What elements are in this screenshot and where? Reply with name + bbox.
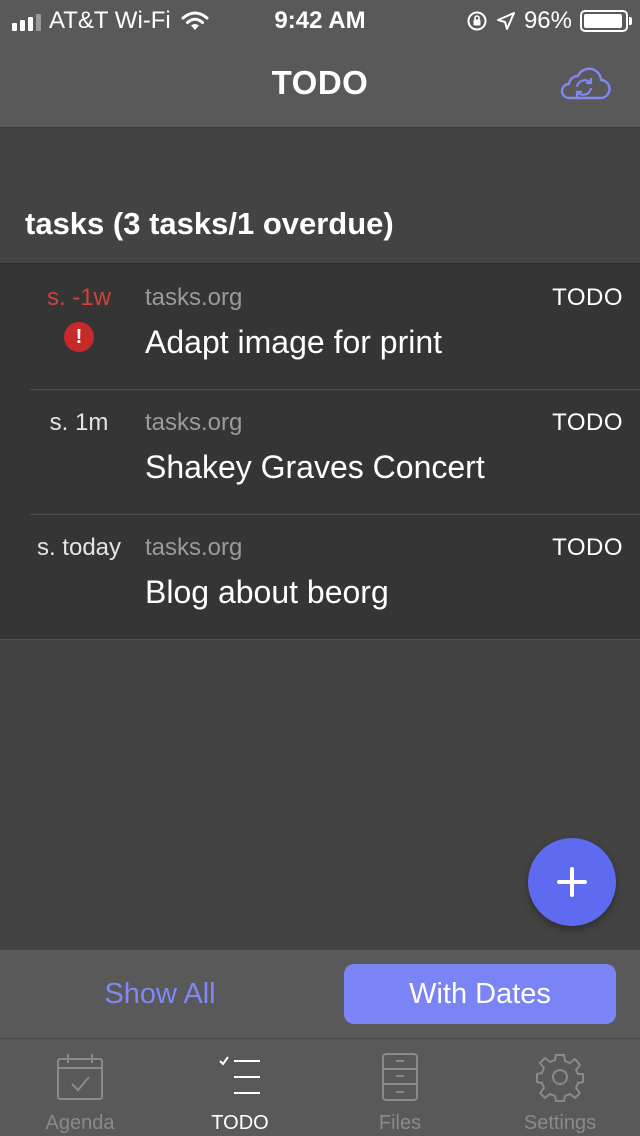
task-title: Blog about beorg: [145, 574, 389, 610]
battery-percent: 96%: [523, 7, 572, 34]
location-icon: [496, 12, 515, 30]
task-list: s. -1w ! tasks.org TODO Adapt image for …: [0, 263, 640, 640]
battery-icon: [580, 10, 632, 32]
task-file: tasks.org: [145, 534, 243, 561]
task-keyword: TODO: [552, 284, 623, 311]
checklist-icon: [219, 1056, 260, 1094]
add-task-button[interactable]: [528, 838, 616, 926]
calendar-icon: [57, 1054, 103, 1100]
status-bar: AT&T Wi-Fi 9:42 AM 96%: [0, 0, 640, 40]
with-dates-button[interactable]: With Dates: [344, 964, 616, 1024]
task-row[interactable]: s. today tasks.org TODO Blog about beorg: [0, 514, 640, 639]
section-header: tasks (3 tasks/1 overdue): [25, 206, 394, 241]
task-title: Adapt image for print: [145, 324, 443, 360]
tab-bar: Agenda TODO Files Settings: [0, 1038, 640, 1136]
gear-icon: [536, 1054, 584, 1102]
task-keyword: TODO: [552, 534, 623, 561]
task-file: tasks.org: [145, 284, 243, 311]
tab-label: Files: [378, 1112, 422, 1134]
tab-files[interactable]: Files: [320, 1039, 480, 1136]
battery-level-fill: [584, 14, 623, 28]
task-schedule: s. 1m: [49, 409, 109, 436]
task-row[interactable]: s. 1m tasks.org TODO Shakey Graves Conce…: [0, 389, 640, 514]
tab-label: Agenda: [45, 1112, 115, 1134]
task-row[interactable]: s. -1w ! tasks.org TODO Adapt image for …: [0, 264, 640, 389]
overdue-alert-icon: !: [64, 322, 94, 352]
filter-bar: Show All With Dates: [0, 950, 640, 1038]
tab-todo[interactable]: TODO: [160, 1039, 320, 1136]
cabinet-icon: [382, 1053, 418, 1101]
status-right: 96%: [466, 7, 632, 35]
page-title: TODO: [271, 64, 369, 101]
tab-agenda[interactable]: Agenda: [0, 1039, 160, 1136]
task-title: Shakey Graves Concert: [145, 449, 485, 485]
task-schedule: s. today: [36, 534, 122, 561]
tab-label: Settings: [523, 1112, 597, 1134]
tab-settings[interactable]: Settings: [480, 1039, 640, 1136]
task-file: tasks.org: [145, 409, 243, 436]
cloud-sync-icon[interactable]: [556, 66, 612, 102]
show-all-button[interactable]: Show All: [40, 964, 280, 1024]
task-schedule: s. -1w: [46, 284, 111, 311]
tab-label: TODO: [211, 1112, 269, 1134]
navigation-bar: TODO: [0, 40, 640, 128]
orientation-lock-icon: [467, 11, 487, 31]
task-keyword: TODO: [552, 409, 623, 436]
